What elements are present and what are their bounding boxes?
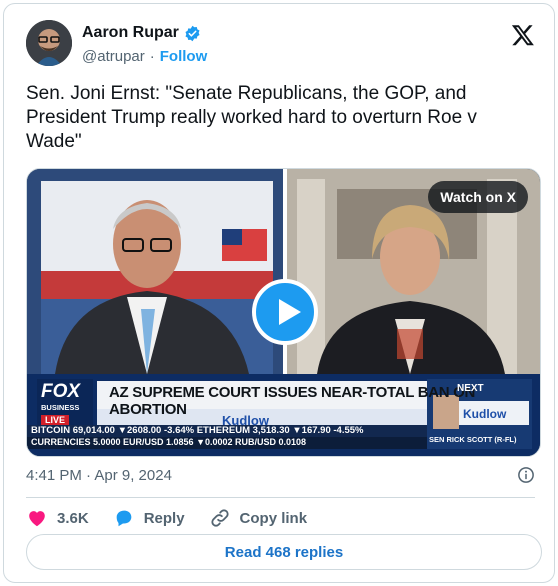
tweet-timestamp[interactable]: 4:41 PM · Apr 9, 2024 bbox=[26, 467, 172, 484]
read-replies-button[interactable]: Read 468 replies bbox=[26, 534, 542, 570]
reply-label: Reply bbox=[143, 509, 185, 527]
play-button-icon[interactable] bbox=[252, 279, 318, 345]
ticker-line-2: CURRENCIES 5.0000 EUR/USD 1.0856 ▼0.0002… bbox=[31, 437, 307, 447]
video-player[interactable]: FOX BUSINESS LIVE AZ SUPREME COURT ISSUE… bbox=[26, 168, 541, 457]
author-avatar[interactable] bbox=[26, 20, 72, 66]
like-button[interactable]: 3.6K bbox=[26, 507, 89, 529]
author-handle-row: @atrupar · Follow bbox=[82, 48, 207, 65]
link-icon bbox=[210, 509, 229, 527]
author-name-row: Aaron Rupar bbox=[82, 24, 201, 42]
next-guest-label: SEN RICK SCOTT (R-FL) bbox=[429, 435, 517, 444]
author-name[interactable]: Aaron Rupar bbox=[82, 24, 179, 42]
action-bar: 3.6K Reply Copy link bbox=[26, 507, 307, 529]
follow-button[interactable]: Follow bbox=[160, 48, 208, 65]
next-show-name: Kudlow bbox=[463, 407, 507, 421]
copy-link-button[interactable]: Copy link bbox=[209, 507, 308, 529]
tweet-card: Aaron Rupar @atrupar · Follow Sen. Joni … bbox=[3, 3, 555, 583]
reply-button[interactable]: Reply bbox=[113, 507, 185, 529]
network-logo: FOX bbox=[41, 381, 81, 402]
live-badge: LIVE bbox=[41, 415, 70, 425]
network-sub-label: BUSINESS bbox=[41, 403, 80, 412]
info-icon[interactable] bbox=[517, 466, 535, 484]
verified-badge-icon bbox=[185, 25, 200, 41]
copy-link-label: Copy link bbox=[239, 509, 308, 527]
next-label: NEXT bbox=[457, 383, 484, 394]
tweet-text: Sen. Joni Ernst: "Senate Republicans, th… bbox=[26, 83, 477, 152]
watch-on-x-button[interactable]: Watch on X bbox=[428, 181, 528, 213]
heart-icon bbox=[29, 511, 45, 527]
handle-separator: · bbox=[149, 48, 155, 65]
divider bbox=[26, 497, 535, 498]
reply-bubble-icon bbox=[116, 510, 132, 527]
like-count: 3.6K bbox=[57, 509, 89, 527]
author-handle[interactable]: @atrupar bbox=[82, 48, 145, 65]
ticker-line-1: BITCOIN 69,014.00 ▼2608.00 -3.64% ETHERE… bbox=[31, 425, 364, 436]
x-logo-icon[interactable] bbox=[511, 23, 535, 47]
